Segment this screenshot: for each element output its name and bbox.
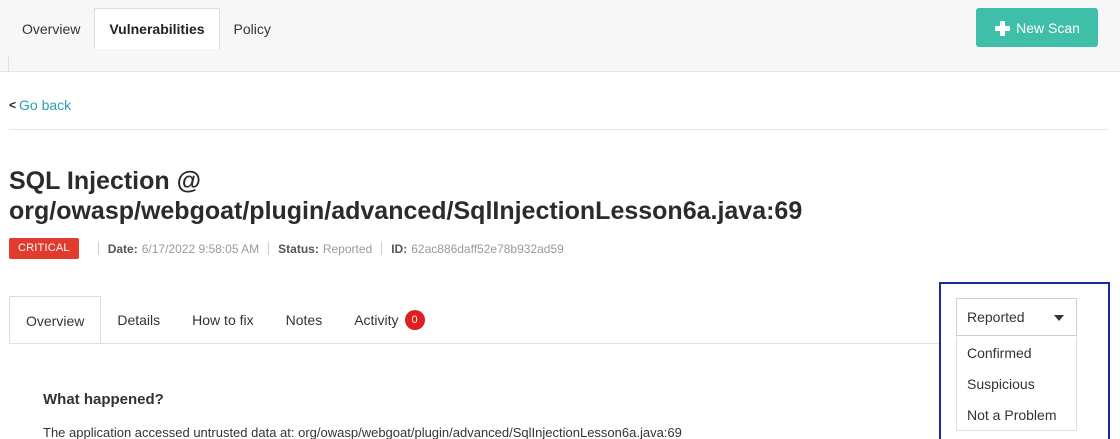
tabs-divider	[9, 343, 939, 344]
status-dropdown[interactable]: Reported	[956, 298, 1077, 336]
go-back-label: Go back	[19, 97, 72, 113]
divider	[9, 129, 1109, 130]
tab-activity-label: Activity	[354, 312, 399, 328]
id-value: 62ac886daff52e78b932ad59	[411, 241, 564, 256]
tab-details[interactable]: Details	[101, 296, 176, 344]
id-label: ID:	[391, 241, 408, 256]
go-back-link[interactable]: < Go back	[9, 97, 71, 113]
caret-down-icon	[1054, 315, 1064, 321]
status-label: Status:	[278, 241, 319, 256]
title-line-2: org/owasp/webgoat/plugin/advanced/SqlInj…	[9, 197, 803, 225]
tab-how-to-fix[interactable]: How to fix	[176, 296, 269, 344]
date-value: 6/17/2022 9:58:05 AM	[141, 241, 260, 256]
divider	[268, 242, 270, 255]
chevron-left-icon: <	[9, 98, 17, 112]
status-dropdown-menu: Confirmed Suspicious Not a Problem	[956, 337, 1077, 431]
severity-badge: CRITICAL	[9, 238, 79, 259]
vulnerability-meta: CRITICAL Date: 6/17/2022 9:58:05 AM Stat…	[9, 238, 564, 259]
divider	[8, 56, 9, 72]
plus-icon	[994, 20, 1011, 36]
divider	[381, 242, 383, 255]
activity-count-badge: 0	[404, 310, 425, 330]
tab-notes[interactable]: Notes	[270, 296, 339, 344]
tab-overview-detail[interactable]: Overview	[9, 296, 102, 344]
date-label: Date:	[107, 241, 138, 256]
top-navigation-bar: Overview Vulnerabilities Policy New Scan	[0, 0, 1120, 72]
section-text: The application accessed untrusted data …	[43, 425, 682, 439]
status-option-confirmed[interactable]: Confirmed	[957, 337, 1076, 368]
tab-vulnerabilities[interactable]: Vulnerabilities	[94, 8, 220, 49]
tab-overview[interactable]: Overview	[8, 8, 94, 49]
status-value: Reported	[322, 241, 373, 256]
status-dropdown-value: Reported	[967, 309, 1025, 325]
divider	[97, 242, 99, 255]
tab-activity[interactable]: Activity 0	[338, 296, 440, 344]
page-title: SQL Injection @ org/owasp/webgoat/plugin…	[9, 166, 802, 226]
detail-tabs: Overview Details How to fix Notes Activi…	[9, 296, 441, 344]
section-heading: What happened?	[43, 391, 164, 408]
main-tabs: Overview Vulnerabilities Policy	[8, 8, 285, 49]
status-option-suspicious[interactable]: Suspicious	[957, 368, 1076, 399]
title-line-1: SQL Injection @	[9, 167, 201, 195]
new-scan-button[interactable]: New Scan	[976, 8, 1098, 47]
status-option-not-a-problem[interactable]: Not a Problem	[957, 399, 1076, 430]
tab-policy[interactable]: Policy	[220, 8, 285, 49]
new-scan-label: New Scan	[1016, 19, 1080, 36]
